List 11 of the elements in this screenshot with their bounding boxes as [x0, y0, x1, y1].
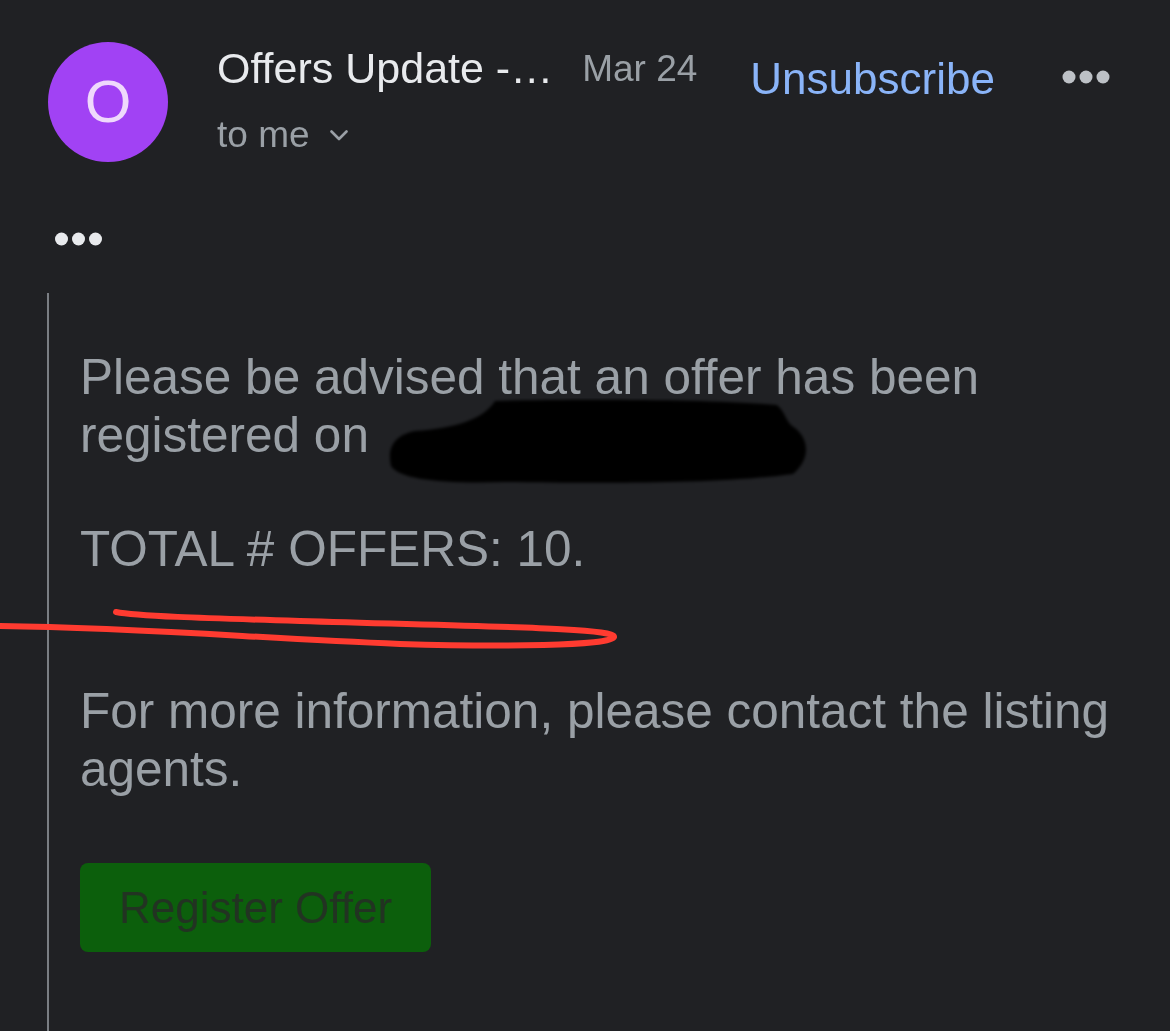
- more-icon[interactable]: [1062, 70, 1110, 84]
- avatar: O: [48, 42, 168, 162]
- message-date: Mar 24: [582, 47, 698, 91]
- recipients-toggle[interactable]: to me: [217, 113, 348, 157]
- message-paragraph: Please be advised that an offer has been registered on: [80, 348, 980, 464]
- ellipsis-icon[interactable]: [55, 232, 102, 246]
- sender-name: Offers Update -…: [217, 43, 554, 94]
- chevron-down-icon: [329, 129, 348, 141]
- unsubscribe-link[interactable]: Unsubscribe: [750, 53, 995, 105]
- message-paragraph: TOTAL # OFFERS: 10.: [80, 520, 586, 578]
- message-paragraph: For more information, please contact the listing agents.: [80, 682, 1110, 798]
